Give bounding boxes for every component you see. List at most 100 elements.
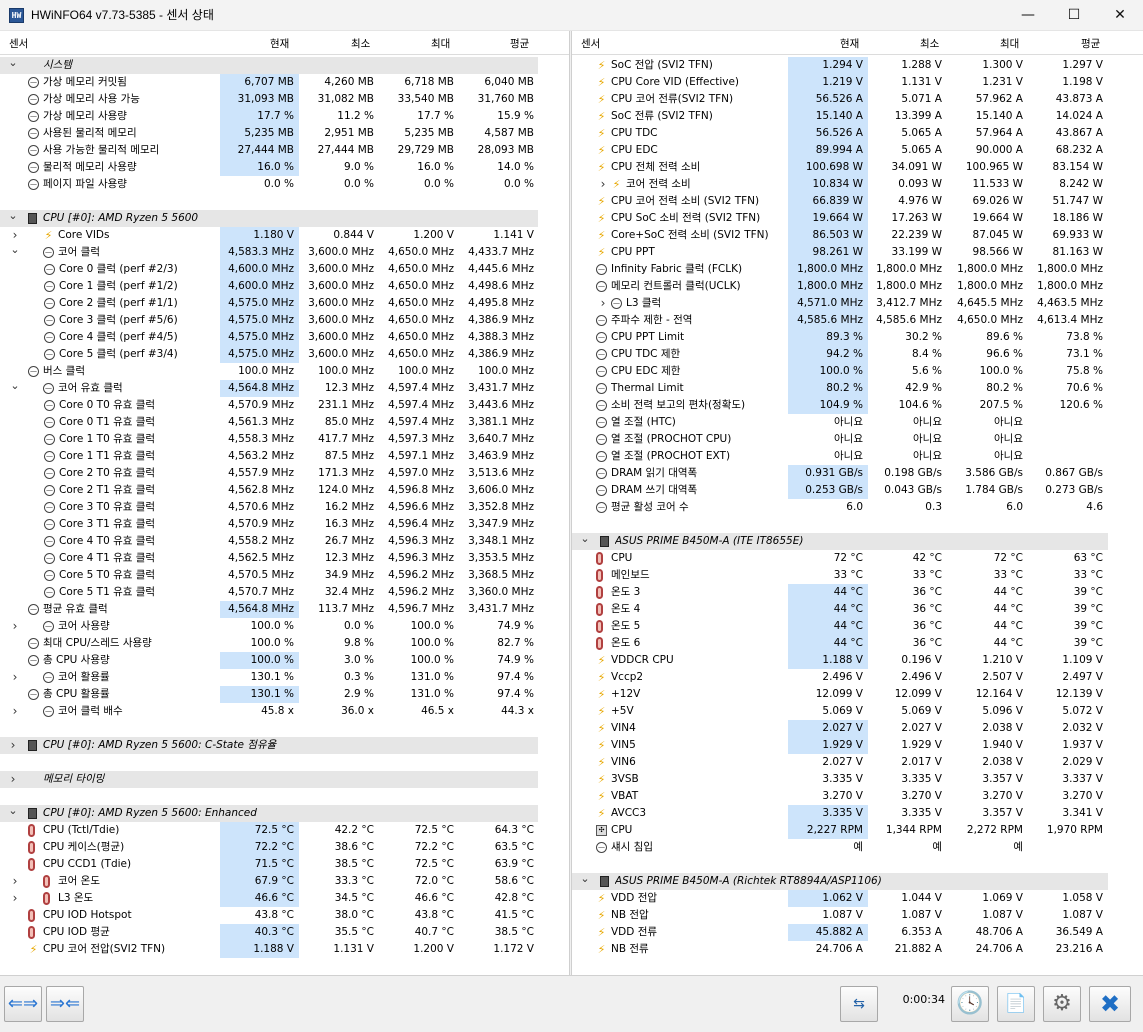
- sensor-row[interactable]: 메모리 컨트롤러 클럭(UCLK) 1,800.0 MHz 1,800.0 MHz 1…: [572, 278, 1143, 295]
- header-avg[interactable]: 평균: [510, 38, 529, 50]
- sensor-group-header[interactable]: › CPU [#0]: AMD Ryzen 5 5600: C-State 점유율: [0, 737, 538, 754]
- close-icon[interactable]: ✖: [1089, 986, 1131, 1022]
- sensor-row[interactable]: Core 0 T0 유효 클럭 4,570.9 MHz 231.1 MHz 4,597…: [0, 397, 570, 414]
- chevron-down-icon[interactable]: ⌄: [8, 210, 18, 227]
- sensor-row[interactable]: › L3 온도 46.6 °C 34.5 °C 46.6 °C 42.8 °C: [0, 890, 570, 907]
- chevron-right-icon[interactable]: ›: [10, 873, 20, 890]
- sensor-row[interactable]: SoC 전압 (SVI2 TFN) 1.294 V 1.288 V 1.300 V 1.…: [572, 57, 1143, 74]
- sensor-row[interactable]: 평균 활성 코어 수 6.0 0.3 6.0 4.6: [572, 499, 1143, 516]
- header-min[interactable]: 최소: [351, 38, 370, 50]
- arrows-expand-icon[interactable]: ⇐⇒: [4, 986, 42, 1022]
- sensor-row[interactable]: Core 5 클럭 (perf #3/4) 4,575.0 MHz 3,600.0 …: [0, 346, 570, 363]
- chevron-down-icon[interactable]: ⌄: [10, 380, 20, 397]
- sensor-row[interactable]: Core 3 T0 유효 클럭 4,570.6 MHz 16.2 MHz 4,596.…: [0, 499, 570, 516]
- chevron-right-icon[interactable]: ›: [10, 227, 20, 244]
- sensor-row[interactable]: CPU 코어 전력 소비 (SVI2 TFN) 66.839 W 4.976 W 69…: [572, 193, 1143, 210]
- sensor-row[interactable]: CPU 코어 전압(SVI2 TFN) 1.188 V 1.131 V 1.200 V…: [0, 941, 570, 958]
- sensor-row[interactable]: CPU CCD1 (Tdie) 71.5 °C 38.5 °C 72.5 °C 63.9…: [0, 856, 570, 873]
- sensor-group-header[interactable]: ⌄ 시스템: [0, 57, 538, 74]
- sensor-row[interactable]: 사용된 물리적 메모리 5,235 MB 2,951 MB 5,235 MB 4,587…: [0, 125, 570, 142]
- sensor-row[interactable]: Core 5 T1 유효 클럭 4,570.7 MHz 32.4 MHz 4,596.…: [0, 584, 570, 601]
- gear-icon[interactable]: ⚙: [1043, 986, 1081, 1022]
- sensor-row[interactable]: 버스 클럭 100.0 MHz 100.0 MHz 100.0 MHz 100.0 MH…: [0, 363, 570, 380]
- sensor-row[interactable]: › 코어 활용률 130.1 % 0.3 % 131.0 % 97.4 %: [0, 669, 570, 686]
- sensor-row[interactable]: CPU SoC 소비 전력 (SVI2 TFN) 19.664 W 17.263 W…: [572, 210, 1143, 227]
- sensor-row[interactable]: VIN4 2.027 V 2.027 V 2.038 V 2.032 V: [572, 720, 1143, 737]
- sensor-row[interactable]: 평균 유효 클럭 4,564.8 MHz 113.7 MHz 4,596.7 MHz 3…: [0, 601, 570, 618]
- sensor-group-header[interactable]: ⌄ ASUS PRIME B450M-A (Richtek RT8894A/ASP…: [572, 873, 1108, 890]
- sensor-row[interactable]: 총 CPU 활용률 130.1 % 2.9 % 131.0 % 97.4 %: [0, 686, 570, 703]
- sensor-row[interactable]: CPU (Tctl/Tdie) 72.5 °C 42.2 °C 72.5 °C 64.3…: [0, 822, 570, 839]
- sensor-row[interactable]: CPU Core VID (Effective) 1.219 V 1.131 V 1.…: [572, 74, 1143, 91]
- sensor-row[interactable]: Core 0 클럭 (perf #2/3) 4,600.0 MHz 3,600.0 …: [0, 261, 570, 278]
- sensor-row[interactable]: CPU 2,227 RPM 1,344 RPM 2,272 RPM 1,970 RPM: [572, 822, 1143, 839]
- sensor-row[interactable]: 온도 4 44 °C 36 °C 44 °C 39 °C: [572, 601, 1143, 618]
- sensor-row[interactable]: Core 4 T1 유효 클럭 4,562.5 MHz 12.3 MHz 4,596.…: [0, 550, 570, 567]
- chevron-down-icon[interactable]: ⌄: [10, 244, 20, 261]
- sensor-row[interactable]: CPU 72 °C 42 °C 72 °C 63 °C: [572, 550, 1143, 567]
- sensor-row[interactable]: ⌄ 코어 유효 클럭 4,564.8 MHz 12.3 MHz 4,597.4 MHz 3…: [0, 380, 570, 397]
- header-sensor[interactable]: 센서: [581, 38, 600, 50]
- sensor-row[interactable]: 섀시 침입 예 예 예: [572, 839, 1143, 856]
- sensor-row[interactable]: Core 0 T1 유효 클럭 4,561.3 MHz 85.0 MHz 4,597.…: [0, 414, 570, 431]
- sensor-row[interactable]: 온도 5 44 °C 36 °C 44 °C 39 °C: [572, 618, 1143, 635]
- sensor-row[interactable]: › 코어 사용량 100.0 % 0.0 % 100.0 % 74.9 %: [0, 618, 570, 635]
- chevron-right-icon[interactable]: ›: [10, 618, 20, 635]
- chevron-right-icon[interactable]: ›: [10, 890, 20, 907]
- sensor-row[interactable]: Core 1 T1 유효 클럭 4,563.2 MHz 87.5 MHz 4,597.…: [0, 448, 570, 465]
- sensor-group-header[interactable]: ⌄ CPU [#0]: AMD Ryzen 5 5600: Enhanced: [0, 805, 538, 822]
- network-icon[interactable]: ⇆: [840, 986, 878, 1022]
- sensor-row[interactable]: Core 2 클럭 (perf #1/1) 4,575.0 MHz 3,600.0 …: [0, 295, 570, 312]
- sensor-row[interactable]: SoC 전류 (SVI2 TFN) 15.140 A 13.399 A 15.140 …: [572, 108, 1143, 125]
- header-current[interactable]: 현재: [840, 38, 859, 50]
- clock-reset-icon[interactable]: 🕓: [951, 986, 989, 1022]
- sensor-row[interactable]: Core+SoC 전력 소비 (SVI2 TFN) 86.503 W 22.239 …: [572, 227, 1143, 244]
- sensor-row[interactable]: 가상 메모리 사용 가능 31,093 MB 31,082 MB 33,540 MB 3…: [0, 91, 570, 108]
- sensor-row[interactable]: Infinity Fabric 클럭 (FCLK) 1,800.0 MHz 1,80…: [572, 261, 1143, 278]
- sensor-row[interactable]: Core 4 클럭 (perf #4/5) 4,575.0 MHz 3,600.0 …: [0, 329, 570, 346]
- header-sensor[interactable]: 센서: [9, 38, 28, 50]
- sensor-row[interactable]: VBAT 3.270 V 3.270 V 3.270 V 3.270 V: [572, 788, 1143, 805]
- sensor-row[interactable]: +12V 12.099 V 12.099 V 12.164 V 12.139 V: [572, 686, 1143, 703]
- header-max[interactable]: 최대: [431, 38, 450, 50]
- sensor-row[interactable]: CPU PPT 98.261 W 33.199 W 98.566 W 81.163 W: [572, 244, 1143, 261]
- sensor-row[interactable]: CPU EDC 89.994 A 5.065 A 90.000 A 68.232 A: [572, 142, 1143, 159]
- sensor-row[interactable]: 물리적 메모리 사용량 16.0 % 9.0 % 16.0 % 14.0 %: [0, 159, 570, 176]
- sensor-row[interactable]: 온도 3 44 °C 36 °C 44 °C 39 °C: [572, 584, 1143, 601]
- sensor-row[interactable]: CPU 전체 전력 소비 100.698 W 34.091 W 100.965 W 83…: [572, 159, 1143, 176]
- sensor-row[interactable]: › 코어 온도 67.9 °C 33.3 °C 72.0 °C 58.6 °C: [0, 873, 570, 890]
- header-max[interactable]: 최대: [1000, 38, 1019, 50]
- sensor-panel-left[interactable]: 센서 현재 최소 최대 평균 ⌄ 시스템가상 메모리 커밋됨 6,707 MB 4,2…: [0, 31, 570, 975]
- arrows-collapse-icon[interactable]: ⇒⇐: [46, 986, 84, 1022]
- chevron-right-icon[interactable]: ›: [598, 176, 608, 193]
- sensor-row[interactable]: 최대 CPU/스레드 사용량 100.0 % 9.8 % 100.0 % 82.7 %: [0, 635, 570, 652]
- sensor-row[interactable]: DRAM 쓰기 대역폭 0.253 GB/s 0.043 GB/s 1.784 GB/…: [572, 482, 1143, 499]
- sensor-group-header[interactable]: › 메모리 타이밍: [0, 771, 538, 788]
- sensor-row[interactable]: Vccp2 2.496 V 2.496 V 2.507 V 2.497 V: [572, 669, 1143, 686]
- sensor-row[interactable]: 메인보드 33 °C 33 °C 33 °C 33 °C: [572, 567, 1143, 584]
- sensor-row[interactable]: Core 5 T0 유효 클럭 4,570.5 MHz 34.9 MHz 4,596.…: [0, 567, 570, 584]
- sensor-row[interactable]: Thermal Limit 80.2 % 42.9 % 80.2 % 70.6 %: [572, 380, 1143, 397]
- sensor-row[interactable]: CPU TDC 56.526 A 5.065 A 57.964 A 43.867 A: [572, 125, 1143, 142]
- chevron-right-icon[interactable]: ›: [10, 669, 20, 686]
- sensor-row[interactable]: DRAM 읽기 대역폭 0.931 GB/s 0.198 GB/s 3.586 GB/…: [572, 465, 1143, 482]
- chevron-right-icon[interactable]: ›: [8, 771, 18, 788]
- header-min[interactable]: 최소: [920, 38, 939, 50]
- sensor-row[interactable]: CPU IOD Hotspot 43.8 °C 38.0 °C 43.8 °C 41.5…: [0, 907, 570, 924]
- sensor-row[interactable]: 사용 가능한 물리적 메모리 27,444 MB 27,444 MB 29,729 M…: [0, 142, 570, 159]
- sensor-row[interactable]: Core 1 T0 유효 클럭 4,558.3 MHz 417.7 MHz 4,597…: [0, 431, 570, 448]
- sensor-row[interactable]: CPU IOD 평균 40.3 °C 35.5 °C 40.7 °C 38.5 °C: [0, 924, 570, 941]
- sensor-row[interactable]: CPU TDC 제한 94.2 % 8.4 % 96.6 % 73.1 %: [572, 346, 1143, 363]
- chevron-down-icon[interactable]: ⌄: [8, 805, 18, 822]
- sensor-row[interactable]: Core 3 클럭 (perf #5/6) 4,575.0 MHz 3,600.0 …: [0, 312, 570, 329]
- sensor-row[interactable]: ⌄ 코어 클럭 4,583.3 MHz 3,600.0 MHz 4,650.0 MHz 4…: [0, 244, 570, 261]
- header-current[interactable]: 현재: [270, 38, 289, 50]
- sensor-row[interactable]: VDD 전류 45.882 A 6.353 A 48.706 A 36.549 A: [572, 924, 1143, 941]
- sensor-row[interactable]: AVCC3 3.335 V 3.335 V 3.357 V 3.341 V: [572, 805, 1143, 822]
- sensor-row[interactable]: NB 전류 24.706 A 21.882 A 24.706 A 23.216 A: [572, 941, 1143, 958]
- chevron-down-icon[interactable]: ⌄: [8, 57, 18, 74]
- sensor-row[interactable]: 소비 전력 보고의 편차(정확도) 104.9 % 104.6 % 207.5 % 12…: [572, 397, 1143, 414]
- sensor-row[interactable]: VIN5 1.929 V 1.929 V 1.940 V 1.937 V: [572, 737, 1143, 754]
- sensor-row[interactable]: Core 2 T1 유효 클럭 4,562.8 MHz 124.0 MHz 4,596…: [0, 482, 570, 499]
- minimize-button[interactable]: —: [1005, 0, 1051, 31]
